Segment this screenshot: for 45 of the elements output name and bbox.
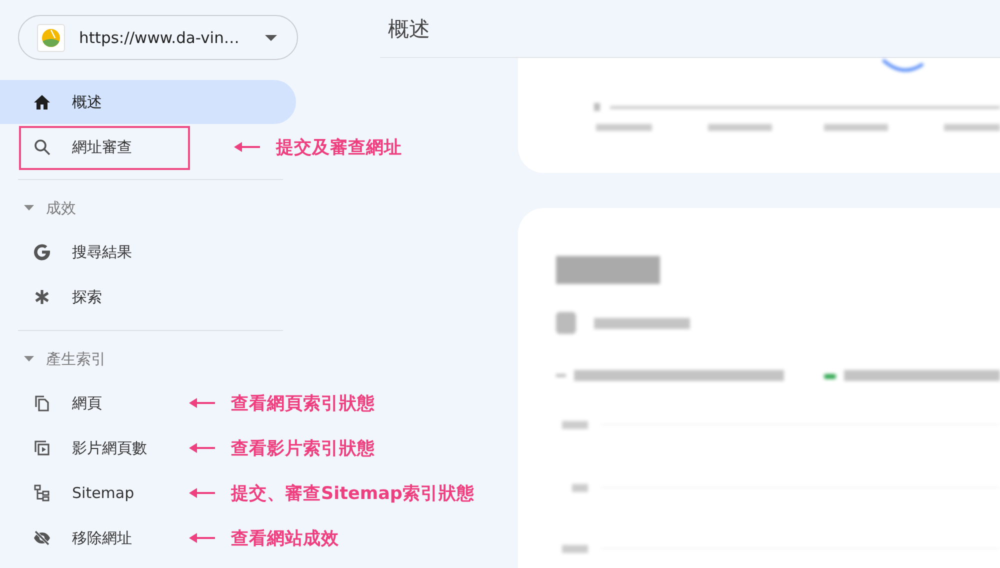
- nav-item[interactable]: 概述: [0, 80, 296, 124]
- nav-item[interactable]: Sitemap: [0, 471, 146, 515]
- arrow-icon: [189, 532, 215, 544]
- home-icon: [33, 93, 51, 111]
- blurred-text: [562, 421, 588, 429]
- nav-item[interactable]: 移除網址: [0, 516, 144, 560]
- annotation-text: 提交、審查Sitemap索引狀態: [231, 482, 474, 505]
- blurred-text: [944, 124, 1000, 131]
- g-letter-icon: [33, 243, 51, 261]
- pages-icon: [33, 394, 51, 412]
- section-heading[interactable]: 產生索引: [46, 350, 106, 368]
- dropdown-caret-icon: [265, 34, 277, 40]
- annotation-text: 提交及審查網址: [276, 136, 402, 159]
- nav-item[interactable]: 影片網頁數: [0, 426, 159, 470]
- property-selector[interactable]: https://www.da-vin…: [18, 15, 298, 60]
- nav-item[interactable]: 探索: [0, 275, 114, 319]
- arrow-icon: [189, 442, 215, 454]
- nav-item[interactable]: 搜尋結果: [0, 230, 144, 274]
- blurred-text: [594, 103, 600, 111]
- section-heading[interactable]: 成效: [46, 198, 76, 218]
- blurred-text: [562, 545, 588, 553]
- site-logo-icon: [37, 24, 65, 52]
- nav-item[interactable]: 網頁: [0, 381, 114, 425]
- legend-mark: [824, 374, 836, 379]
- chart-line: [882, 58, 924, 72]
- annotation-text: 查看網站成效: [231, 528, 339, 550]
- legend-mark: [556, 374, 566, 377]
- blurred-text: [708, 124, 772, 131]
- sitemap-icon: [33, 484, 51, 502]
- caret-icon[interactable]: [24, 205, 34, 211]
- annotation-text: 查看影片索引狀態: [231, 438, 375, 460]
- blurred-text: [572, 484, 588, 492]
- asterisk-icon: [33, 288, 51, 306]
- video-pages-icon: [33, 439, 51, 457]
- arrow-icon: [189, 397, 215, 409]
- caret-icon[interactable]: [24, 356, 34, 362]
- blurred-text: [596, 124, 652, 131]
- search-icon: [33, 138, 51, 156]
- hidden-eye-icon: [33, 529, 51, 547]
- blurred-icon: [556, 312, 576, 334]
- annotation-text: 查看網頁索引狀態: [231, 393, 375, 415]
- nav-item[interactable]: 網址審查: [0, 125, 144, 169]
- arrow-icon: [234, 141, 260, 153]
- blurred-text: [824, 124, 888, 131]
- arrow-icon: [189, 487, 215, 499]
